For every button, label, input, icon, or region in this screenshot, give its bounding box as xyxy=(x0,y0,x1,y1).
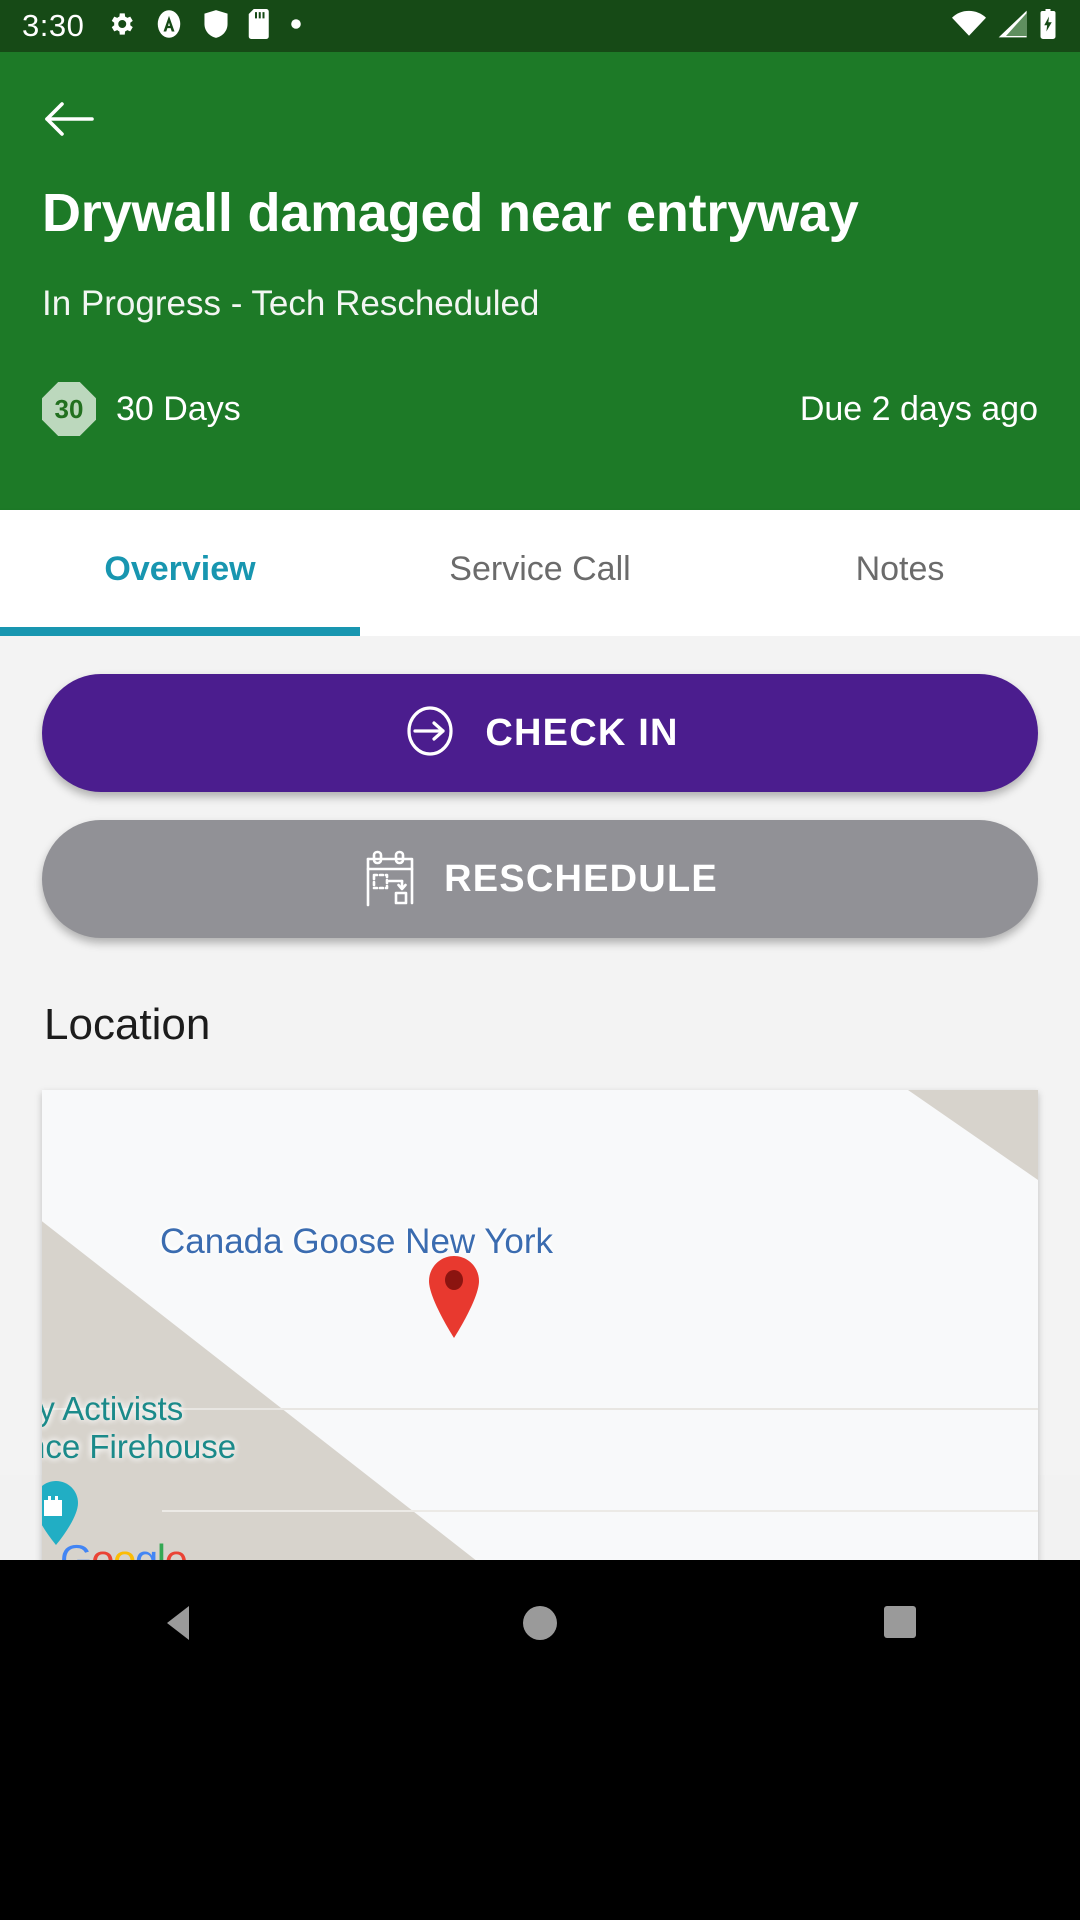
map-road-horizontal xyxy=(42,1408,1038,1410)
arrow-left-icon xyxy=(42,97,96,146)
shield-icon xyxy=(202,9,230,44)
check-in-button[interactable]: CHECK IN xyxy=(42,674,1038,792)
sla-badge-value: 30 xyxy=(54,393,84,424)
sla-label: 30 Days xyxy=(116,389,241,428)
cellular-signal-icon xyxy=(996,10,1028,43)
tab-overview[interactable]: Overview xyxy=(0,510,360,636)
arrow-right-circle-icon xyxy=(401,702,459,765)
work-order-status: In Progress - Tech Rescheduled xyxy=(42,284,540,324)
circle-home-icon xyxy=(519,1602,561,1649)
location-map[interactable]: Canada Goose New York ay Activists lianc… xyxy=(42,1090,1038,1610)
map-pin-icon[interactable] xyxy=(424,1254,484,1340)
status-bar-clock: 3:30 xyxy=(22,8,85,43)
sla-badge: 30 xyxy=(42,382,96,436)
phone-screen: 3:30 Drywall damaged near entryway In Pr… xyxy=(0,0,1080,1920)
back-button[interactable] xyxy=(42,86,112,156)
assistant-circle-icon xyxy=(154,9,184,44)
nav-back-button[interactable] xyxy=(120,1602,240,1649)
reschedule-button[interactable]: RESCHEDULE xyxy=(42,820,1038,938)
triangle-back-icon xyxy=(159,1602,201,1649)
map-poi-primary-label: Canada Goose New York xyxy=(160,1222,554,1261)
android-nav-bar xyxy=(0,1560,1080,1920)
map-road-secondary xyxy=(162,1510,1038,1512)
overview-panel: CHECK IN RESCHEDULE Location Canada Goos… xyxy=(0,636,1080,1610)
tab-service-call[interactable]: Service Call xyxy=(360,510,720,636)
dot-icon xyxy=(290,17,302,35)
map-poi-secondary-label-line1: ay Activists xyxy=(42,1390,184,1427)
sd-card-icon xyxy=(248,8,272,44)
tab-notes[interactable]: Notes xyxy=(720,510,1080,636)
page-title: Drywall damaged near entryway xyxy=(42,183,859,243)
nav-recents-button[interactable] xyxy=(840,1602,960,1647)
sla-group: 30 30 Days xyxy=(42,382,241,436)
due-date-text: Due 2 days ago xyxy=(799,389,1038,428)
map-poi-secondary-label-line2: liance Firehouse xyxy=(42,1428,237,1465)
check-in-label: CHECK IN xyxy=(485,711,679,754)
status-bar-system-icons xyxy=(952,8,1058,44)
tab-overview-label: Overview xyxy=(104,549,256,588)
work-order-header: Drywall damaged near entryway In Progres… xyxy=(0,52,1080,510)
work-order-meta-row: 30 30 Days Due 2 days ago xyxy=(42,382,1038,436)
location-section-title: Location xyxy=(44,1000,211,1049)
battery-charging-icon xyxy=(1038,8,1058,44)
nav-home-button[interactable] xyxy=(480,1602,600,1649)
tab-service-call-label: Service Call xyxy=(449,549,631,588)
wifi-icon xyxy=(952,10,986,43)
status-bar-notification-icons xyxy=(106,8,952,44)
gear-icon xyxy=(106,9,136,44)
tab-bar: Overview Service Call Notes xyxy=(0,510,1080,636)
calendar-move-icon xyxy=(362,847,418,912)
status-bar: 3:30 xyxy=(0,0,1080,52)
reschedule-label: RESCHEDULE xyxy=(444,857,718,900)
tab-notes-label: Notes xyxy=(855,549,945,588)
square-recents-icon xyxy=(880,1602,920,1647)
